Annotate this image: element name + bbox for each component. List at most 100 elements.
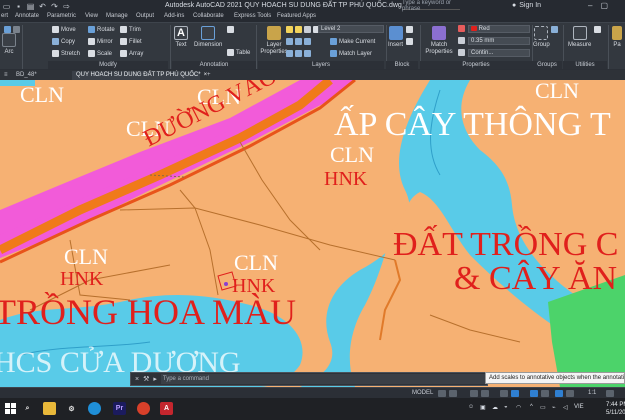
redo-icon[interactable]: ↷ (50, 2, 59, 11)
trim-button[interactable]: Trim (120, 26, 141, 33)
workspace-icon[interactable] (606, 390, 614, 397)
panel-layers[interactable]: Layers (258, 61, 384, 69)
osnap-icon[interactable] (500, 390, 508, 397)
drawing-canvas[interactable]: CLN CLN CLN CLN CLN CLN CLN HNK HNK HNK … (0, 80, 625, 387)
hatch-icon[interactable] (13, 26, 20, 33)
tab-view[interactable]: View (85, 13, 98, 19)
panel-utilities[interactable]: Utilities (563, 61, 607, 69)
match-layer-button[interactable]: Match Layer (330, 50, 372, 57)
layer-merge-icon[interactable] (295, 50, 302, 57)
fillet-button[interactable]: Fillet (120, 38, 142, 45)
scale-button[interactable]: Scale (88, 50, 112, 57)
windows-start-icon[interactable] (4, 402, 17, 415)
lock-icon[interactable] (304, 26, 311, 33)
array-button[interactable]: Array (120, 50, 143, 57)
match-properties-button[interactable]: Match Properties (423, 26, 455, 56)
model-space-button[interactable]: MODEL (412, 390, 433, 396)
tab-output[interactable]: Output (136, 13, 154, 19)
battery-icon[interactable]: ▭ (540, 404, 546, 411)
edit-block-icon[interactable] (406, 38, 413, 45)
leader-button[interactable] (227, 26, 234, 33)
network-icon[interactable]: ⌁ (552, 404, 556, 411)
mirror-button[interactable]: Mirror (88, 38, 113, 45)
tab-collaborate[interactable]: Collaborate (193, 13, 224, 19)
units-icon[interactable] (566, 390, 574, 397)
tab-bd48[interactable]: BD_48* (12, 71, 70, 80)
layer-dropdown[interactable]: Level 2 (318, 25, 384, 33)
tab-express-tools[interactable]: Express Tools (234, 13, 271, 19)
stretch-button[interactable]: Stretch (52, 50, 80, 57)
command-input[interactable]: Type a command (160, 374, 487, 384)
tab-featured-apps[interactable]: Featured Apps (277, 13, 316, 19)
autocad-icon[interactable]: A (160, 402, 173, 415)
cloud-icon[interactable]: ☁ (492, 404, 498, 411)
arc-button[interactable]: Arc (2, 33, 16, 55)
layer-isolate-icon[interactable] (286, 38, 293, 45)
sun-icon[interactable] (295, 26, 302, 33)
color-dropdown[interactable]: Red (468, 25, 530, 33)
volume-icon[interactable]: ◁ (563, 404, 568, 411)
new-tab-button[interactable]: + (203, 71, 215, 80)
auto-scale-icon[interactable] (555, 390, 563, 397)
share-icon[interactable]: ⇨ (62, 2, 71, 11)
onedrive-icon[interactable]: ◒ (504, 404, 508, 410)
layer-walk-icon[interactable] (286, 50, 293, 57)
paste-button[interactable]: Pa (612, 26, 622, 48)
panel-block[interactable]: Block (386, 61, 418, 69)
polyline-icon[interactable] (4, 26, 11, 33)
close-command-icon[interactable]: × (135, 376, 139, 383)
chat-icon[interactable]: ▣ (480, 404, 486, 411)
copy-button[interactable]: Copy (52, 38, 75, 45)
text-button[interactable]: A Text (174, 26, 188, 48)
settings-gear-icon[interactable]: ⚙ (65, 402, 78, 415)
wifi-icon[interactable]: ◠ (516, 404, 521, 411)
app-icon[interactable] (137, 402, 150, 415)
tab-manage[interactable]: Manage (106, 13, 128, 19)
lightbulb-icon[interactable] (286, 26, 293, 33)
panel-modify[interactable]: Modify (48, 61, 168, 69)
sign-in-button[interactable]: ● Sign In (512, 2, 541, 9)
system-clock[interactable]: 7:44 PM 5/11/2021 (606, 401, 625, 417)
premiere-pro-icon[interactable]: Pr (113, 402, 126, 415)
search-input[interactable]: Type a keyword or phrase (402, 0, 460, 12)
make-current-button[interactable]: Make Current (330, 38, 375, 45)
search-icon[interactable]: ⌕ (21, 402, 34, 415)
layer-copy-icon[interactable] (304, 50, 311, 57)
tab-insert[interactable]: ert (1, 13, 8, 19)
open-icon[interactable]: ▭ (2, 2, 11, 11)
language-indicator[interactable]: VIE (574, 404, 584, 410)
tab-parametric[interactable]: Parametric (47, 13, 76, 19)
grid-icon[interactable] (438, 390, 446, 397)
otrack-icon[interactable] (511, 390, 519, 397)
lineweight-icon[interactable] (458, 37, 465, 44)
edge-browser-icon[interactable] (88, 402, 101, 415)
linetype-dropdown[interactable]: Contin... (468, 49, 530, 57)
annotation-visibility-icon[interactable] (530, 390, 538, 397)
ortho-icon[interactable] (470, 390, 478, 397)
tab-quy-hoach[interactable]: QUY HOACH SU DUNG ĐẤT TP PHÚ QUỐC* × (72, 71, 207, 80)
layer-off-icon[interactable] (304, 38, 311, 45)
measure-button[interactable]: Measure (568, 26, 591, 48)
move-button[interactable]: Move (52, 26, 76, 33)
tab-annotate[interactable]: Annotate (15, 13, 39, 19)
table-button[interactable]: Table (227, 49, 250, 56)
panel-properties[interactable]: Properties (420, 61, 532, 69)
panel-groups[interactable]: Groups (532, 61, 562, 69)
minimize-icon[interactable]: – (588, 1, 592, 10)
tray-arrow-icon[interactable]: ^ (530, 404, 533, 410)
dimension-button[interactable]: Dimension (194, 26, 222, 48)
create-block-icon[interactable] (406, 26, 413, 33)
group-button[interactable]: Group (533, 26, 550, 48)
selection-cycling-icon[interactable] (541, 390, 549, 397)
layer-freeze-icon[interactable] (295, 38, 302, 45)
panel-annotation[interactable]: Annotation (172, 61, 256, 69)
rotate-button[interactable]: Rotate (88, 26, 115, 33)
file-explorer-icon[interactable] (43, 402, 56, 415)
people-icon[interactable]: ☺ (468, 404, 474, 410)
undo-icon[interactable]: ↶ (38, 2, 47, 11)
start-tab[interactable]: ≡ (0, 71, 12, 80)
calculator-icon[interactable] (594, 26, 601, 33)
ungroup-icon[interactable] (551, 26, 558, 33)
layer-properties-button[interactable]: Layer Properties (259, 26, 289, 56)
polar-icon[interactable] (481, 390, 489, 397)
